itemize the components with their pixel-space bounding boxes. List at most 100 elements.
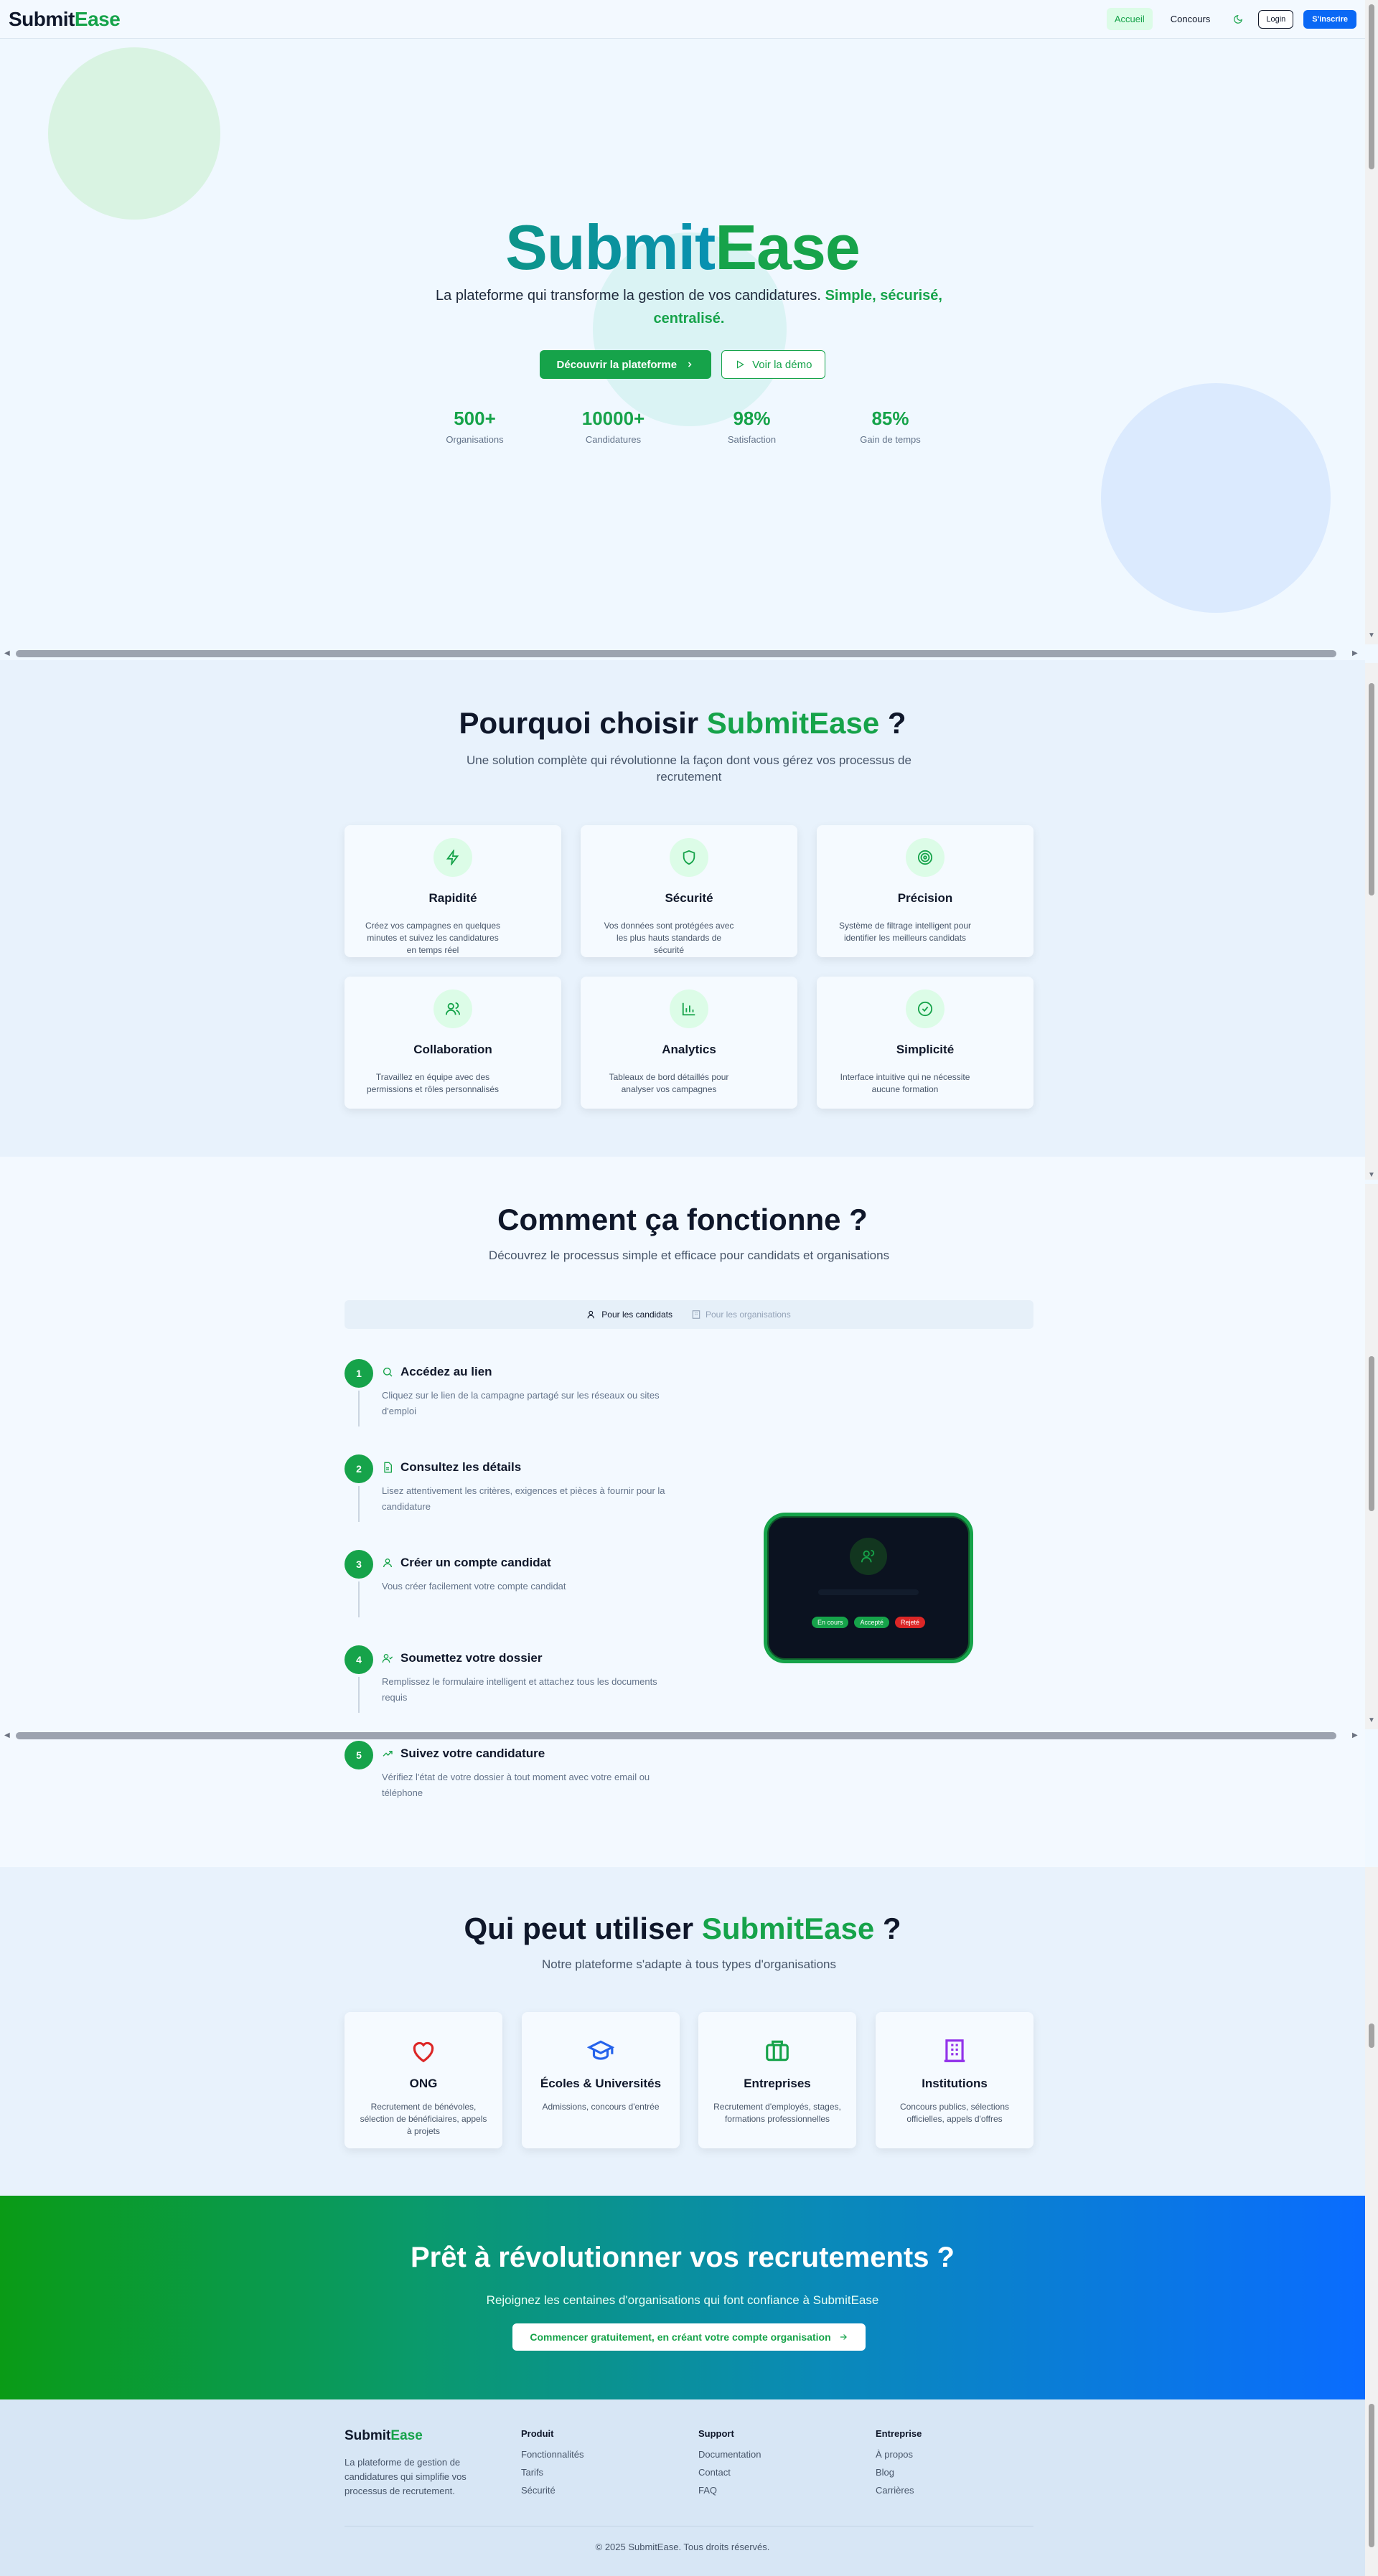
feature-card-analytics: Analytics Tableaux de bord détaillés pou… bbox=[581, 977, 797, 1109]
feature-desc: Vos données sont protégées avec les plus… bbox=[604, 921, 734, 955]
feature-title: Simplicité bbox=[896, 1043, 955, 1056]
scrollbar-thumb[interactable] bbox=[1369, 2404, 1374, 2547]
step-heading: Soumettez votre dossier bbox=[382, 1651, 542, 1665]
footer-link[interactable]: Fonctionnalités bbox=[521, 2449, 583, 2460]
hero-horizontal-scrollbar[interactable]: ◀ ▶ bbox=[0, 647, 1365, 660]
scrollbar-thumb[interactable] bbox=[1369, 683, 1374, 896]
step-connector bbox=[358, 1677, 360, 1713]
feature-desc: Tableaux de bord détaillés pour analyser… bbox=[609, 1072, 729, 1094]
tab-organisations[interactable]: Pour les organisations bbox=[691, 1310, 791, 1320]
scroll-left-arrow-icon[interactable]: ◀ bbox=[4, 649, 10, 657]
footer-link[interactable]: Carrières bbox=[876, 2485, 922, 2496]
footer-col-produit: Produit Fonctionnalités Tarifs Sécurité bbox=[521, 2428, 583, 2503]
signup-button[interactable]: S'inscrire bbox=[1303, 9, 1356, 29]
scrollbar-thumb[interactable] bbox=[16, 1732, 1336, 1739]
footer-link[interactable]: À propos bbox=[876, 2449, 922, 2460]
who-vertical-scrollbar[interactable] bbox=[1365, 1867, 1378, 2399]
stat-candidatures: 10000+ Candidatures bbox=[544, 408, 683, 445]
scroll-right-arrow-icon[interactable]: ▶ bbox=[1352, 649, 1358, 657]
tab-candidates[interactable]: Pour les candidats bbox=[587, 1310, 672, 1320]
footer-col-heading: Support bbox=[698, 2428, 734, 2439]
how-vertical-scrollbar[interactable]: ▼ bbox=[1365, 1184, 1378, 1729]
step-number: 2 bbox=[344, 1454, 373, 1483]
chevron-right-icon bbox=[688, 362, 692, 367]
decor-green-circle bbox=[48, 47, 220, 220]
scrollbar-thumb[interactable] bbox=[1369, 2023, 1374, 2048]
file-icon bbox=[384, 1462, 392, 1473]
status-badge-accepted: Accepté bbox=[854, 1617, 890, 1628]
org-card-companies: Entreprises Recrutement d'employés, stag… bbox=[698, 2012, 856, 2148]
who-title-text: Qui peut utiliser bbox=[464, 1912, 694, 1945]
stat-label: Gain de temps bbox=[860, 434, 921, 445]
who-title: Qui peut utiliser SubmitEase ? bbox=[0, 1912, 1365, 1946]
hero-subtitle: La plateforme qui transforme la gestion … bbox=[431, 284, 947, 330]
footer-vertical-scrollbar[interactable] bbox=[1365, 2399, 1378, 2576]
stat-value: 85% bbox=[871, 408, 909, 429]
stat-label: Satisfaction bbox=[727, 434, 777, 445]
login-button[interactable]: Login bbox=[1258, 9, 1294, 29]
hero-buttons: Découvrir la plateforme Voir la démo bbox=[0, 350, 1365, 379]
how-horizontal-scrollbar[interactable]: ◀ ▶ bbox=[0, 1729, 1365, 1742]
watch-demo-label: Voir la démo bbox=[752, 358, 812, 371]
scrollbar-thumb[interactable] bbox=[16, 650, 1336, 657]
footer-link[interactable]: Blog bbox=[876, 2467, 922, 2478]
start-free-button[interactable]: Commencer gratuitement, en créant votre … bbox=[512, 2323, 866, 2351]
logo-part-submit: Submit bbox=[9, 7, 75, 30]
stat-satisfaction: 98% Satisfaction bbox=[683, 408, 821, 445]
logo[interactable]: SubmitEase bbox=[9, 7, 121, 31]
theme-toggle-moon-icon[interactable] bbox=[1228, 9, 1248, 29]
step-heading: Consultez les détails bbox=[382, 1460, 521, 1475]
footer-link[interactable]: FAQ bbox=[698, 2485, 761, 2496]
why-title-question: ? bbox=[887, 706, 906, 740]
hero-title-submit: Submit bbox=[505, 212, 716, 283]
scrollbar-thumb[interactable] bbox=[1369, 4, 1374, 169]
step-number: 4 bbox=[344, 1645, 373, 1674]
scroll-down-arrow-icon[interactable]: ▼ bbox=[1368, 1171, 1375, 1179]
footer-link[interactable]: Contact bbox=[698, 2467, 761, 2478]
feature-desc: Système de filtrage intelligent pour ide… bbox=[838, 921, 972, 943]
who-can-use-section: Qui peut utiliser SubmitEase ? Notre pla… bbox=[0, 1867, 1365, 2196]
status-badge-in-progress: En cours bbox=[811, 1617, 849, 1628]
hero-stats: 500+ Organisations 10000+ Candidatures 98%… bbox=[0, 408, 1365, 445]
stat-value: 500+ bbox=[454, 408, 496, 429]
bar-chart-icon bbox=[670, 989, 708, 1028]
step-title: Consultez les détails bbox=[400, 1460, 522, 1474]
footer-logo[interactable]: SubmitEase bbox=[344, 2428, 481, 2444]
discover-platform-button[interactable]: Découvrir la plateforme bbox=[539, 350, 712, 379]
org-desc: Recrutement d'employés, stages, formatio… bbox=[713, 2102, 841, 2124]
scroll-down-arrow-icon[interactable]: ▼ bbox=[1368, 1716, 1375, 1724]
nav-concours[interactable]: Concours bbox=[1163, 8, 1219, 30]
hero-subtitle-main: La plateforme qui transforme la gestion … bbox=[436, 288, 821, 304]
tab-candidates-label: Pour les candidats bbox=[601, 1310, 672, 1320]
zap-icon bbox=[433, 838, 472, 877]
audience-tabs: Pour les candidats Pour les organisation… bbox=[344, 1300, 1034, 1329]
org-title: Entreprises bbox=[744, 2077, 811, 2090]
heart-icon bbox=[409, 2036, 438, 2065]
hero-vertical-scrollbar[interactable]: ▼ bbox=[1365, 0, 1378, 644]
footer-col-entreprise: Entreprise À propos Blog Carrières bbox=[876, 2428, 922, 2503]
briefcase-icon bbox=[763, 2036, 792, 2065]
feature-card-collaboration: Collaboration Travaillez en équipe avec … bbox=[344, 977, 561, 1109]
feature-title: Sécurité bbox=[665, 891, 713, 905]
org-desc: Recrutement de bénévoles, sélection de b… bbox=[360, 2102, 487, 2136]
why-title-brand: SubmitEase bbox=[706, 706, 880, 740]
scroll-down-arrow-icon[interactable]: ▼ bbox=[1368, 631, 1375, 639]
feature-title: Rapidité bbox=[428, 891, 477, 905]
watch-demo-button[interactable]: Voir la démo bbox=[721, 350, 826, 379]
graduation-cap-icon bbox=[586, 2036, 615, 2065]
users-icon bbox=[433, 989, 472, 1028]
scroll-right-arrow-icon[interactable]: ▶ bbox=[1352, 1731, 1358, 1739]
scroll-left-arrow-icon[interactable]: ◀ bbox=[4, 1731, 10, 1739]
footer-link[interactable]: Documentation bbox=[698, 2449, 761, 2460]
scrollbar-thumb[interactable] bbox=[1369, 1356, 1374, 1511]
footer-link[interactable]: Sécurité bbox=[521, 2485, 583, 2496]
phone-mockup: En cours Accepté Rejeté bbox=[764, 1513, 973, 1663]
nav-accueil[interactable]: Accueil bbox=[1106, 8, 1153, 30]
step-desc: Lisez attentivement les critères, exigen… bbox=[382, 1485, 665, 1512]
why-section: Pourquoi choisir SubmitEase ? Une soluti… bbox=[0, 660, 1365, 1157]
shield-icon bbox=[670, 838, 708, 877]
step-title: Accédez au lien bbox=[400, 1365, 492, 1378]
footer-link[interactable]: Tarifs bbox=[521, 2467, 583, 2478]
org-card-ong: ONG Recrutement de bénévoles, sélection … bbox=[344, 2012, 502, 2148]
why-vertical-scrollbar[interactable]: ▼ bbox=[1365, 663, 1378, 1180]
